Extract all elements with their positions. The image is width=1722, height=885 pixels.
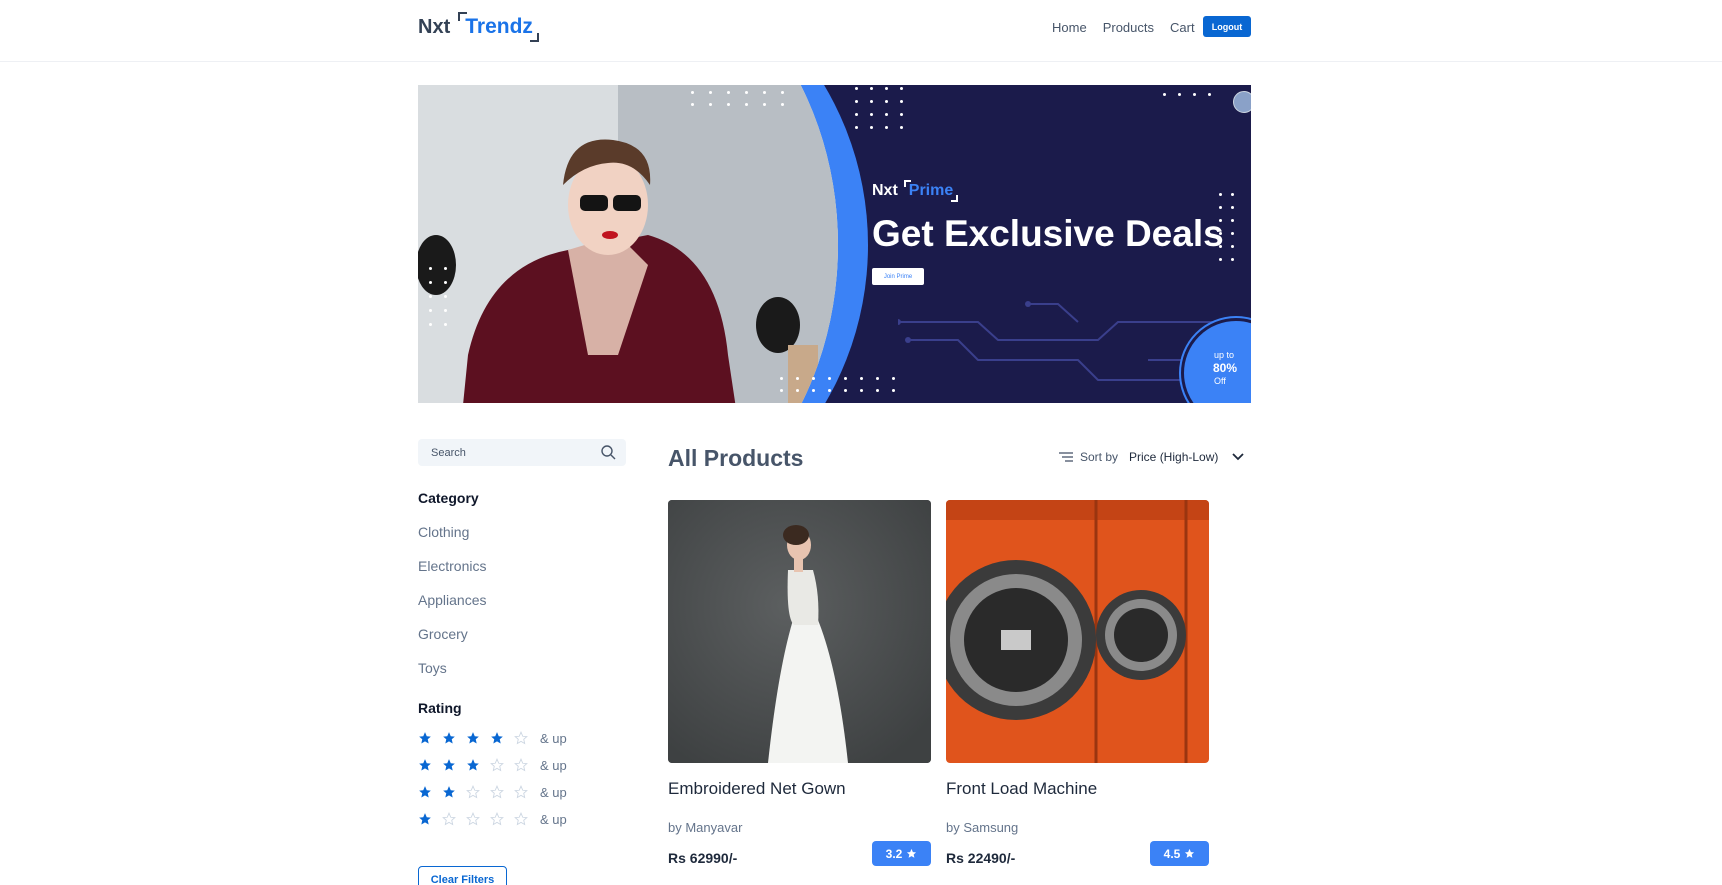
sort-icon: [1059, 451, 1073, 462]
rating-value: 4.5: [1163, 846, 1181, 861]
search-input[interactable]: [431, 439, 591, 466]
search-icon[interactable]: [601, 445, 616, 460]
chevron-down-icon[interactable]: [1232, 453, 1245, 461]
banner-dots-top-left: [691, 91, 784, 106]
star-empty-icon: [514, 758, 528, 772]
star-empty-icon: [490, 758, 504, 772]
category-clothing[interactable]: Clothing: [418, 524, 469, 540]
star-empty-icon: [490, 812, 504, 826]
star-filled-icon: [419, 786, 431, 798]
rating-badge: 3.2: [872, 841, 931, 866]
star-filled-icon: [467, 759, 479, 771]
category-toys[interactable]: Toys: [418, 660, 447, 676]
category-electronics[interactable]: Electronics: [418, 558, 486, 574]
rating-up-label: & up: [540, 811, 567, 827]
category-heading: Category: [418, 490, 479, 506]
category-appliances[interactable]: Appliances: [418, 592, 487, 608]
rating-filter-3[interactable]: & up: [418, 756, 567, 774]
site-logo[interactable]: Nxt Trendz: [418, 12, 539, 42]
logo-trendz: Trendz: [458, 12, 539, 42]
star-empty-icon: [466, 812, 480, 826]
nav-links: Home Products Cart: [1052, 19, 1211, 37]
product-name[interactable]: Embroidered Net Gown: [668, 779, 846, 799]
join-prime-button[interactable]: Join Prime: [872, 268, 924, 285]
prime-logo-word: Prime: [903, 180, 959, 202]
rating-badge: 4.5: [1150, 841, 1209, 866]
rating-value: 3.2: [885, 846, 903, 861]
rating-up-label: & up: [540, 784, 567, 800]
sort-select-value[interactable]: Price (High-Low): [1129, 450, 1218, 464]
rating-filter-1[interactable]: & up: [418, 810, 567, 828]
star-empty-icon: [490, 785, 504, 799]
product-brand: by Samsung: [946, 820, 1019, 835]
rating-filter-2[interactable]: & up: [418, 783, 567, 801]
star-filled-icon: [443, 732, 455, 744]
clear-filters-button[interactable]: Clear Filters: [418, 866, 507, 885]
logout-button[interactable]: Logout: [1203, 16, 1251, 37]
search-box: [418, 439, 626, 466]
navbar: Nxt Trendz Home Products Cart Logout: [0, 0, 1722, 62]
settings-icon[interactable]: [1233, 91, 1251, 113]
star-empty-icon: [514, 731, 528, 745]
product-price: Rs 62990/-: [668, 850, 738, 866]
star-empty-icon: [466, 785, 480, 799]
banner-dots-left: [429, 267, 447, 326]
star-filled-icon: [419, 813, 431, 825]
prime-logo-nxt: Nxt: [872, 182, 898, 199]
nav-products-link[interactable]: Products: [1103, 19, 1154, 37]
star-icon: [1185, 848, 1195, 858]
offer-line-3: Off: [1214, 376, 1226, 386]
star-filled-icon: [443, 786, 455, 798]
sort-label: Sort by: [1080, 450, 1119, 464]
star-icon: [907, 848, 917, 858]
banner-dots-top-mid: [855, 87, 903, 129]
rating-up-label: & up: [540, 757, 567, 773]
star-filled-icon: [467, 732, 479, 744]
prime-logo: Nxt Prime: [872, 180, 959, 202]
rating-heading: Rating: [418, 700, 462, 716]
product-brand: by Manyavar: [668, 820, 743, 835]
product-price: Rs 22490/-: [946, 850, 1016, 866]
star-empty-icon: [514, 785, 528, 799]
prime-banner: Nxt Prime Get Exclusive Deals Join Prime…: [418, 85, 1251, 403]
star-empty-icon: [442, 812, 456, 826]
nav-cart-link[interactable]: Cart: [1170, 19, 1195, 37]
star-filled-icon: [443, 759, 455, 771]
banner-dots-top-right: [1163, 93, 1211, 96]
logo-nxt: Nxt: [418, 16, 451, 38]
product-name[interactable]: Front Load Machine: [946, 779, 1097, 799]
product-card[interactable]: Embroidered Net Gown by Manyavar Rs 6299…: [668, 500, 931, 866]
nav-home-link[interactable]: Home: [1052, 19, 1087, 37]
rating-up-label: & up: [540, 730, 567, 746]
product-image-washing-machine[interactable]: [946, 500, 1209, 763]
banner-headline: Get Exclusive Deals: [872, 213, 1224, 254]
offer-line-2: 80%: [1213, 361, 1238, 375]
offer-line-1: up to: [1214, 350, 1235, 360]
rating-filter-4[interactable]: & up: [418, 729, 567, 747]
star-filled-icon: [419, 732, 431, 744]
product-card[interactable]: Front Load Machine by Samsung Rs 22490/-…: [946, 500, 1209, 866]
banner-model-image: [418, 85, 838, 403]
all-products-title: All Products: [668, 445, 804, 471]
star-filled-icon: [491, 732, 503, 744]
star-filled-icon: [419, 759, 431, 771]
banner-circuit-lines: [898, 301, 1218, 383]
product-image-gown[interactable]: [668, 500, 931, 763]
sort-control[interactable]: Sort by Price (High-Low): [1059, 450, 1245, 464]
star-empty-icon: [514, 812, 528, 826]
banner-dots-bottom: [780, 377, 895, 392]
category-grocery[interactable]: Grocery: [418, 626, 468, 642]
